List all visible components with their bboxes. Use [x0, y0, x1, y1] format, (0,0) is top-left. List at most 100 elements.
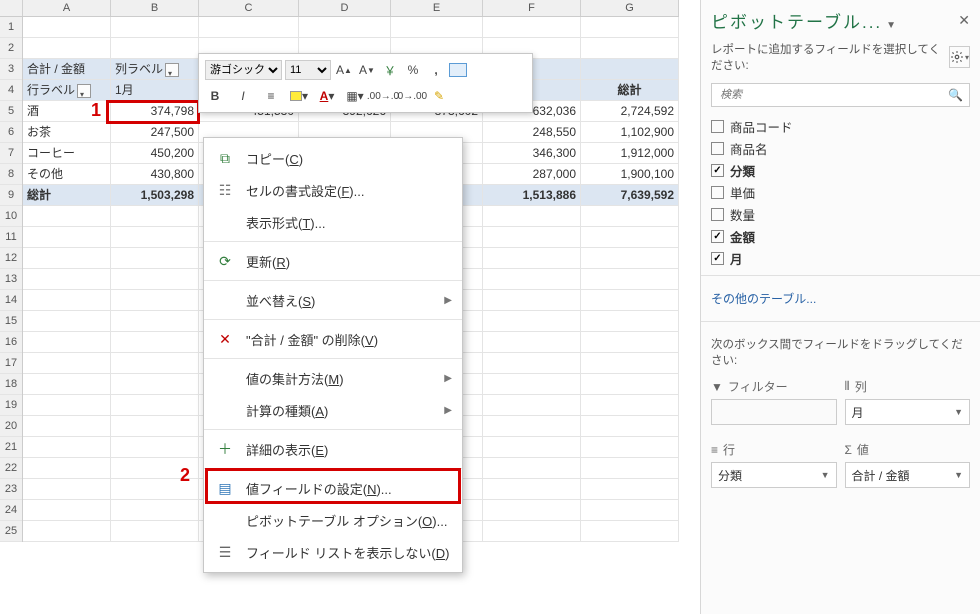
row-25[interactable]: 25: [0, 521, 22, 542]
gear-icon[interactable]: ▾: [949, 46, 970, 68]
cell-F6[interactable]: 248,550: [483, 122, 581, 143]
format-painter-icon[interactable]: ✎: [429, 86, 449, 106]
row-15[interactable]: 15: [0, 311, 22, 332]
zone-col-box[interactable]: 月▼: [845, 399, 971, 425]
checkbox-icon[interactable]: [711, 208, 724, 221]
row-12[interactable]: 12: [0, 248, 22, 269]
pivot-col-label-cell[interactable]: 列ラベル: [111, 59, 199, 80]
increase-decimal-icon[interactable]: .00→.0: [373, 86, 393, 106]
row-5[interactable]: 5: [0, 101, 22, 122]
pivot-values-label[interactable]: 合計 / 金額: [23, 59, 111, 80]
row-21[interactable]: 21: [0, 437, 22, 458]
cell-G7[interactable]: 1,912,000: [581, 143, 679, 164]
cell-F9[interactable]: 1,513,886: [483, 185, 581, 206]
field-search[interactable]: 🔍: [711, 83, 970, 107]
other-tables-link[interactable]: その他のテーブル...: [701, 282, 980, 315]
chevron-down-icon[interactable]: ▼: [954, 407, 963, 417]
menu-remove[interactable]: ✕ "合計 / 金額" の削除(V): [204, 323, 462, 355]
row-13[interactable]: 13: [0, 269, 22, 290]
checkbox-icon[interactable]: [711, 186, 724, 199]
chevron-down-icon[interactable]: ▼: [954, 470, 963, 480]
italic-icon[interactable]: I: [233, 86, 253, 106]
row-22[interactable]: 22: [0, 458, 22, 479]
border-icon[interactable]: ▦▾: [345, 86, 365, 106]
fill-color-icon[interactable]: ▾: [289, 86, 309, 106]
row-tea[interactable]: お茶: [23, 122, 111, 143]
close-icon[interactable]: ✕: [958, 12, 970, 29]
cell-G6[interactable]: 1,102,900: [581, 122, 679, 143]
cell-B8[interactable]: 430,800: [111, 164, 199, 185]
grand-total-col-header[interactable]: 総計: [581, 80, 679, 101]
menu-display-format[interactable]: 表示形式(T)...: [204, 206, 462, 238]
field-item-4[interactable]: 数量: [711, 203, 970, 225]
font-size-select[interactable]: 11: [285, 60, 331, 80]
row-7[interactable]: 7: [0, 143, 22, 164]
cell-G9[interactable]: 7,639,592: [581, 185, 679, 206]
grand-total-row[interactable]: 総計: [23, 185, 111, 206]
col-A[interactable]: A: [23, 0, 111, 16]
decrease-font-icon[interactable]: A▼: [357, 60, 377, 80]
checkbox-icon[interactable]: [711, 120, 724, 133]
table-format-icon[interactable]: [449, 63, 467, 77]
row-19[interactable]: 19: [0, 395, 22, 416]
cell-G8[interactable]: 1,900,100: [581, 164, 679, 185]
menu-refresh[interactable]: ⟳ 更新(R): [204, 245, 462, 277]
menu-pivot-options[interactable]: ピボットテーブル オプション(O)...: [204, 504, 462, 536]
percent-format-icon[interactable]: %: [403, 60, 423, 80]
field-item-3[interactable]: 単価: [711, 181, 970, 203]
panel-title-dropdown-icon[interactable]: ▼: [886, 20, 896, 31]
row-labels-dropdown[interactable]: [77, 84, 91, 98]
row-10[interactable]: 10: [0, 206, 22, 227]
month-header[interactable]: 1月: [111, 80, 199, 101]
col-E[interactable]: E: [391, 0, 483, 16]
row-9[interactable]: 9: [0, 185, 22, 206]
row-20[interactable]: 20: [0, 416, 22, 437]
row-18[interactable]: 18: [0, 374, 22, 395]
menu-sort[interactable]: 並べ替え(S) ▶: [204, 284, 462, 316]
row-1[interactable]: 1: [0, 17, 22, 38]
chevron-down-icon[interactable]: ▼: [821, 470, 830, 480]
col-G[interactable]: G: [581, 0, 679, 16]
row-2[interactable]: 2: [0, 38, 22, 59]
field-item-5[interactable]: ✓金額: [711, 225, 970, 247]
menu-show-detail[interactable]: ＋ 詳細の表示(E): [204, 433, 462, 465]
col-C[interactable]: C: [199, 0, 299, 16]
row-23[interactable]: 23: [0, 479, 22, 500]
search-input[interactable]: [718, 88, 948, 102]
cell-B9[interactable]: 1,503,298: [111, 185, 199, 206]
comma-format-icon[interactable]: ,: [426, 60, 446, 80]
checkbox-icon[interactable]: ✓: [711, 252, 724, 265]
field-item-2[interactable]: ✓分類: [711, 159, 970, 181]
row-17[interactable]: 17: [0, 353, 22, 374]
increase-font-icon[interactable]: A▲: [334, 60, 354, 80]
menu-summarize[interactable]: 値の集計方法(M) ▶: [204, 362, 462, 394]
zone-filter-box[interactable]: [711, 399, 837, 425]
row-16[interactable]: 16: [0, 332, 22, 353]
field-item-1[interactable]: 商品名: [711, 137, 970, 159]
checkbox-icon[interactable]: [711, 142, 724, 155]
row-coffee[interactable]: コーヒー: [23, 143, 111, 164]
field-item-6[interactable]: ✓月: [711, 247, 970, 269]
cell-F7[interactable]: 346,300: [483, 143, 581, 164]
row-labels-header[interactable]: 行ラベル: [23, 80, 111, 101]
font-select[interactable]: 游ゴシック: [205, 60, 282, 80]
checkbox-icon[interactable]: ✓: [711, 164, 724, 177]
menu-calc[interactable]: 計算の種類(A) ▶: [204, 394, 462, 426]
col-D[interactable]: D: [299, 0, 391, 16]
row-14[interactable]: 14: [0, 290, 22, 311]
field-item-0[interactable]: 商品コード: [711, 115, 970, 137]
align-icon[interactable]: ≡: [261, 86, 281, 106]
col-B[interactable]: B: [111, 0, 199, 16]
row-other[interactable]: その他: [23, 164, 111, 185]
col-labels-dropdown[interactable]: [165, 63, 179, 77]
zone-row-box[interactable]: 分類▼: [711, 462, 837, 488]
row-4[interactable]: 4: [0, 80, 22, 101]
row-6[interactable]: 6: [0, 122, 22, 143]
bold-icon[interactable]: B: [205, 86, 225, 106]
zone-val-box[interactable]: 合計 / 金額▼: [845, 462, 971, 488]
checkbox-icon[interactable]: ✓: [711, 230, 724, 243]
cell-B7[interactable]: 450,200: [111, 143, 199, 164]
menu-hide-field-list[interactable]: ☰ フィールド リストを表示しない(D): [204, 536, 462, 568]
row-11[interactable]: 11: [0, 227, 22, 248]
row-24[interactable]: 24: [0, 500, 22, 521]
